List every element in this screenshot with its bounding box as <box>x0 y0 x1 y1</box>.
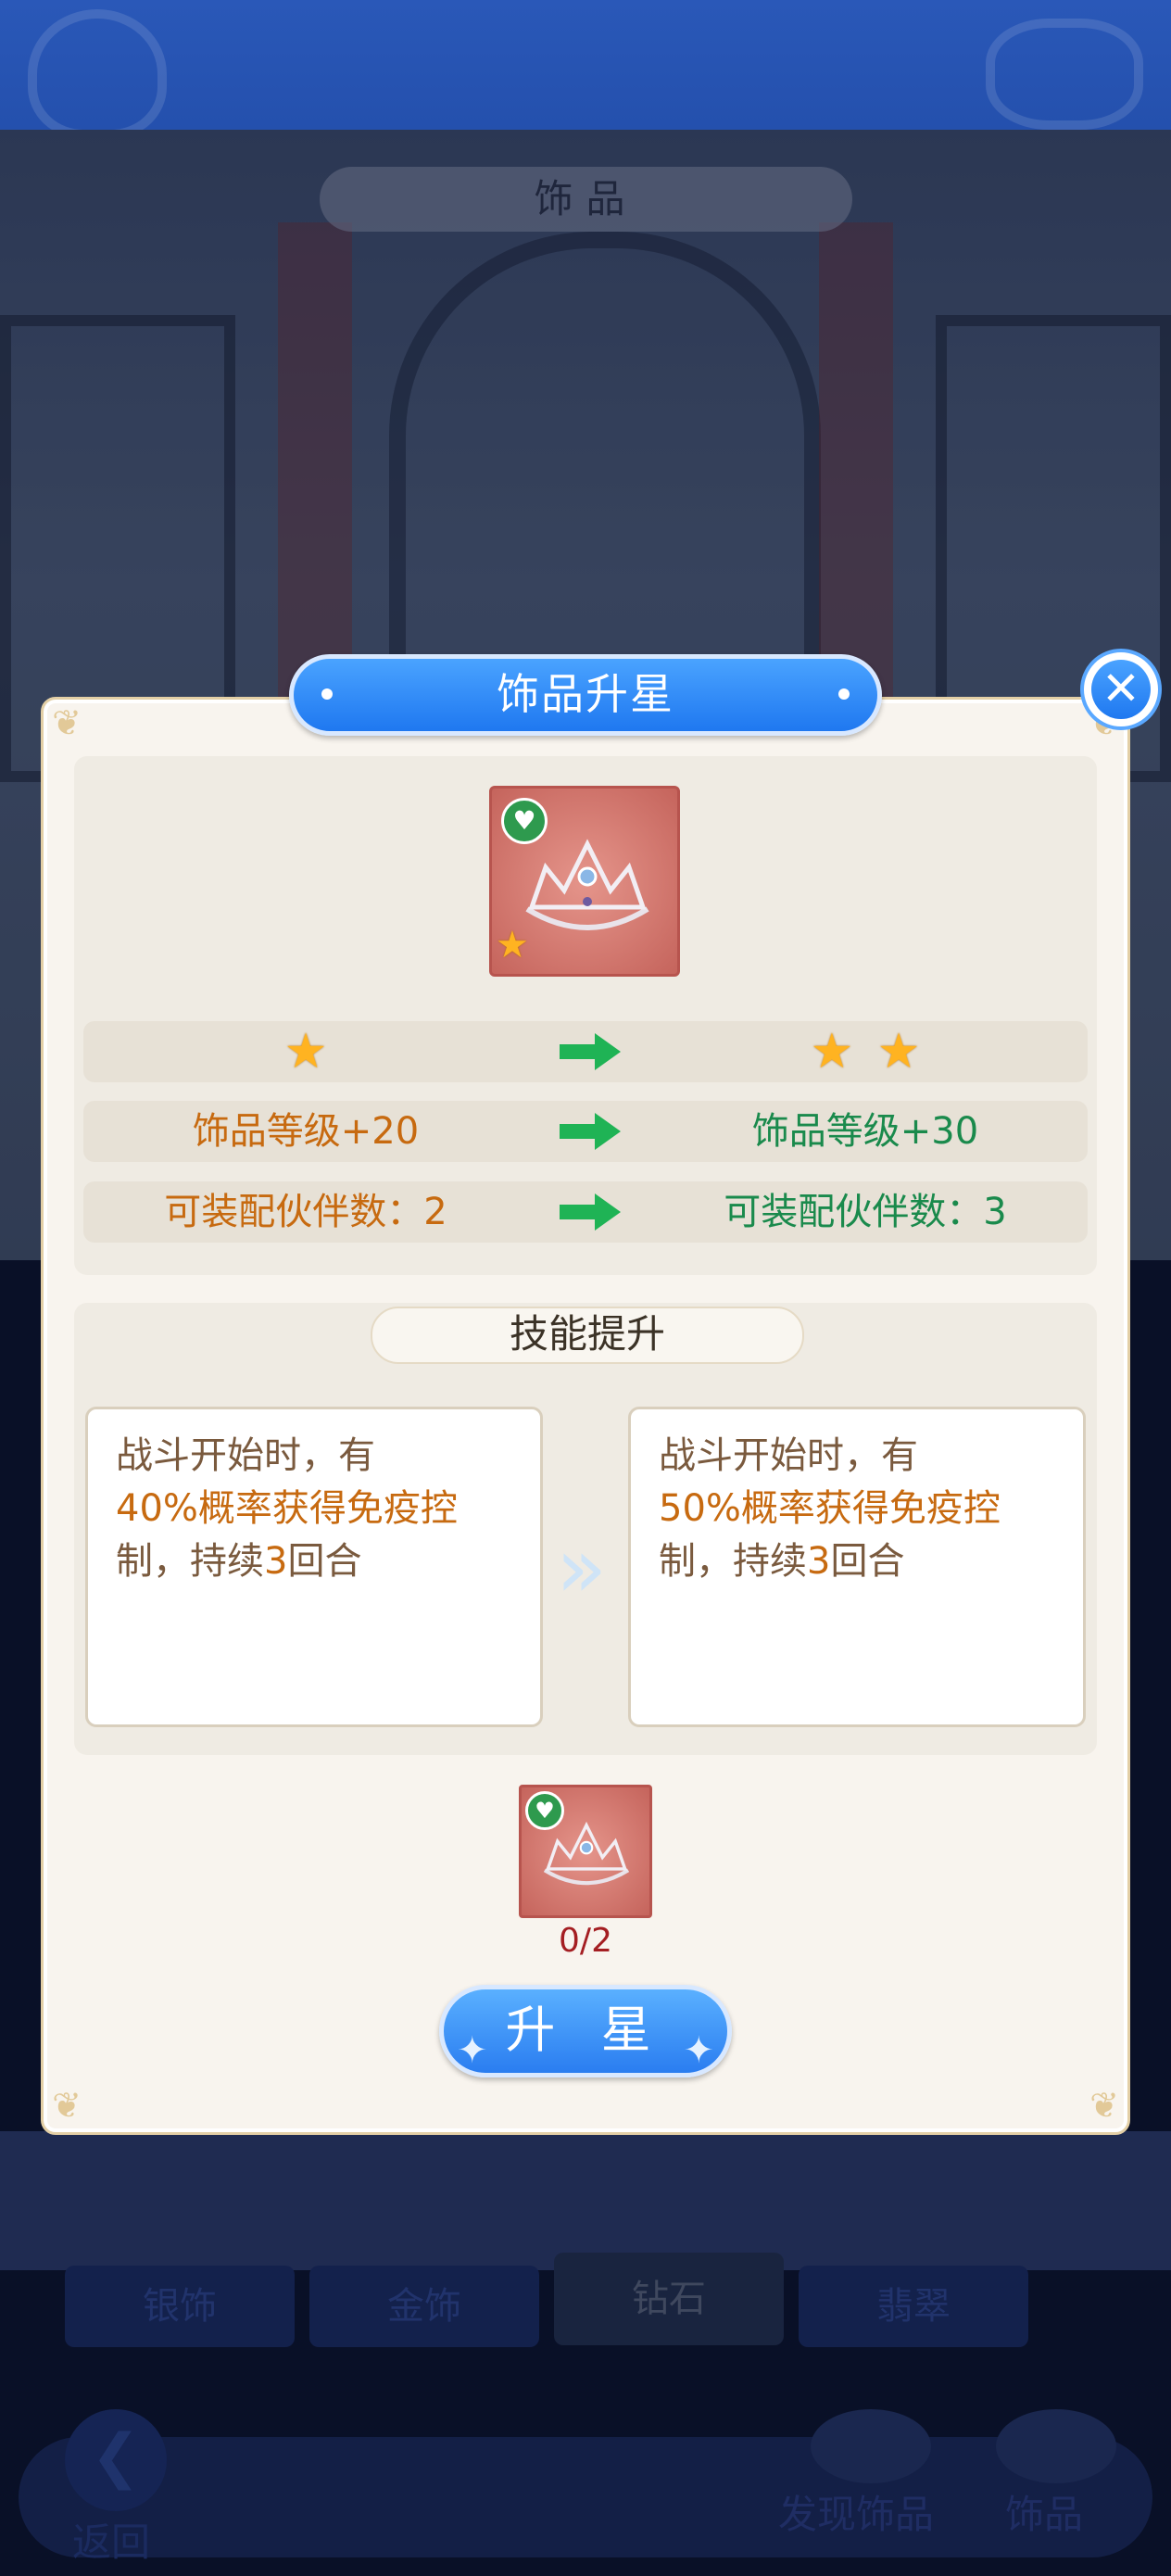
star-icon: ★ <box>876 1024 921 1080</box>
skill-highlight: 50%概率获得免疫控 <box>659 1487 1001 1530</box>
skill-after: 战斗开始时，有 50%概率获得免疫控 制，持续3回合 <box>628 1407 1086 1727</box>
level-row: 饰品等级+20 饰品等级+30 <box>83 1101 1088 1162</box>
tiara-icon <box>525 839 649 930</box>
upgrade-star-button[interactable]: ✦ 升 星 ✦ <box>439 1985 732 2077</box>
heart-badge-icon: ♥ <box>525 1791 564 1830</box>
star-icon: ★ <box>283 1024 328 1080</box>
material-count: 0/2 <box>559 1922 612 1960</box>
skill-highlight: 3 <box>807 1540 831 1583</box>
skill-text: 战斗开始时，有 <box>659 1434 918 1477</box>
skill-before: 战斗开始时，有 40%概率获得免疫控 制，持续3回合 <box>85 1407 543 1727</box>
close-button[interactable]: ✕ <box>1080 649 1162 730</box>
decor-icon <box>986 19 1143 130</box>
dialog-title-text: 饰品升星 <box>497 669 674 719</box>
current-partners: 可装配伙伴数：2 <box>164 1191 447 1233</box>
skill-text: 制，持续 <box>659 1540 807 1583</box>
skill-title: 技能提升 <box>371 1307 804 1364</box>
corner-ornament-icon: ❦ <box>52 2085 82 2126</box>
double-chevron-icon: » <box>556 1520 608 1617</box>
current-level: 饰品等级+20 <box>192 1110 420 1153</box>
next-partners: 可装配伙伴数：3 <box>724 1191 1007 1233</box>
arrow-right-icon <box>560 1193 621 1231</box>
arrow-right-icon <box>560 1113 621 1150</box>
star-icon: ★ <box>810 1024 854 1080</box>
heart-logo-icon <box>28 9 167 139</box>
close-icon: ✕ <box>1091 660 1151 719</box>
skill-highlight: 3 <box>264 1540 288 1583</box>
top-bar <box>0 0 1171 139</box>
partner-row: 可装配伙伴数：2 可装配伙伴数：3 <box>83 1181 1088 1243</box>
next-stars: ★ ★ <box>643 1021 1088 1086</box>
sparkle-icon: ✦ <box>457 2029 488 2072</box>
skill-highlight: 40%概率获得免疫控 <box>116 1487 458 1530</box>
star-icon: ★ <box>496 924 529 966</box>
dot-icon <box>838 688 850 700</box>
star-row: ★ ★ ★ <box>83 1021 1088 1082</box>
dialog-title: 饰品升星 <box>289 654 882 736</box>
next-level: 饰品等级+30 <box>751 1110 979 1153</box>
skill-text: 制，持续 <box>116 1540 264 1583</box>
material-item[interactable]: ♥ <box>519 1785 652 1918</box>
dot-icon <box>321 688 333 700</box>
corner-ornament-icon: ❦ <box>1089 2085 1119 2126</box>
skill-text: 回合 <box>287 1540 362 1583</box>
arrow-right-icon <box>560 1033 621 1070</box>
current-stars: ★ <box>83 1021 528 1086</box>
upgrade-button-label: 升 星 <box>505 2001 666 2059</box>
skill-text: 战斗开始时，有 <box>116 1434 375 1477</box>
accessory-item[interactable]: ♥ ★ <box>489 786 680 977</box>
sparkle-icon: ✦ <box>683 2029 714 2072</box>
corner-ornament-icon: ❦ <box>52 702 82 743</box>
heart-badge-icon: ♥ <box>501 798 548 844</box>
skill-text: 回合 <box>830 1540 905 1583</box>
